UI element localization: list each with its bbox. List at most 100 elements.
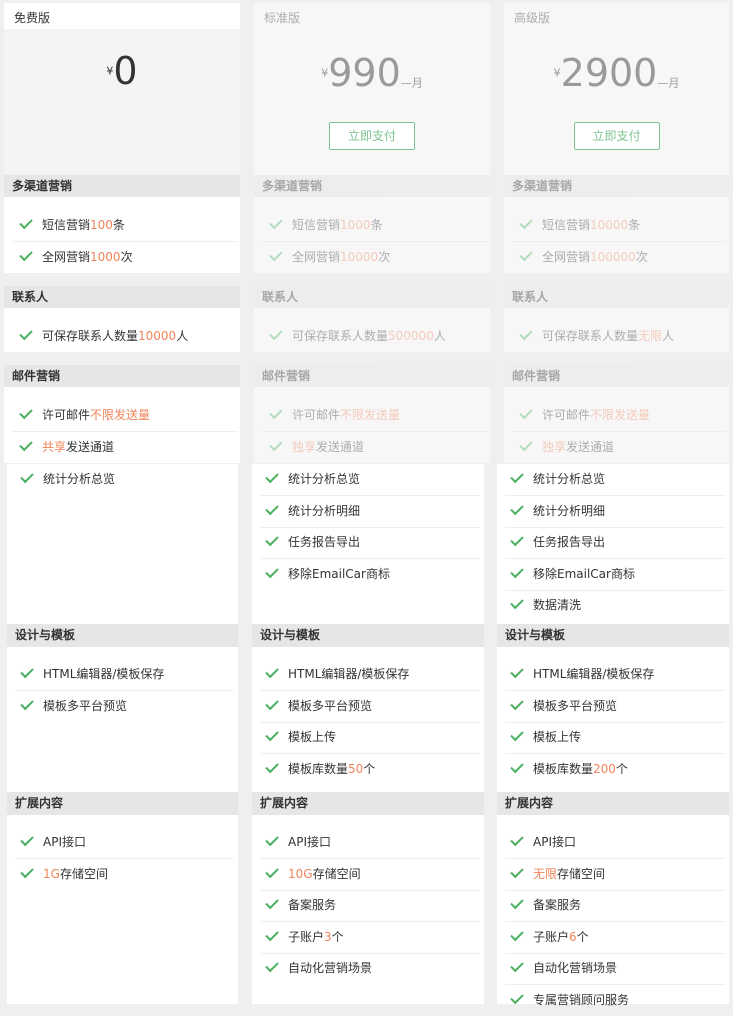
price-amount: 2900 [560, 51, 658, 95]
feature-text: HTML编辑器/模板保存 [533, 667, 655, 681]
feature-suffix: 个 [363, 761, 376, 776]
feature-text: 可保存联系人数量 [292, 329, 389, 343]
feature-text: 模板库数量 [288, 761, 349, 776]
feature-highlight: 1G [43, 866, 60, 881]
check-icon [519, 247, 533, 262]
feature-suffix: 人 [433, 329, 446, 343]
feature-text: 全网营销 [292, 250, 341, 264]
check-icon [269, 247, 283, 262]
feature-text: 短信营销 [292, 218, 341, 232]
feature-text: HTML编辑器/模板保存 [43, 667, 165, 681]
plan-name: 高级版 [514, 11, 551, 25]
check-icon [269, 326, 283, 341]
feature-row: 1G存储空间 [19, 859, 234, 890]
feature-row: 移除EmailCar商标 [509, 559, 725, 590]
feature-highlight: 不限发送量 [90, 408, 151, 422]
check-icon [19, 405, 33, 420]
check-icon [265, 759, 279, 773]
category-header-extension: 扩展内容 [7, 792, 238, 815]
check-icon [20, 696, 34, 710]
feature-suffix: 次 [120, 250, 133, 264]
feature-suffix: 次 [378, 250, 391, 264]
check-icon [265, 469, 279, 484]
feature-text: 备案服务 [533, 898, 582, 912]
category-header-email: 邮件营销 [4, 365, 240, 387]
feature-row: 短信营销1000条 [268, 210, 484, 241]
price-unit: —月 [400, 76, 423, 90]
feature-suffix: 存储空间 [557, 866, 606, 881]
feature-highlight: 500000 [388, 329, 434, 343]
feature-row: HTML编辑器/模板保存 [19, 659, 234, 690]
feature-row: 备案服务 [264, 890, 480, 921]
feature-text: 模板上传 [288, 730, 337, 744]
plan-name: 免费版 [14, 11, 51, 25]
feature-row: HTML编辑器/模板保存 [264, 659, 480, 690]
plan-header-free: 免费版 ¥0 [4, 3, 240, 175]
check-icon [269, 405, 283, 420]
feature-text: 自动化营销场景 [533, 961, 618, 975]
category-header-multichannel: 多渠道营销 [504, 175, 729, 197]
feature-highlight: 独享 [292, 440, 317, 454]
feature-row: 任务报告导出 [509, 527, 725, 558]
feature-row: 全网营销100000次 [518, 242, 723, 273]
check-icon [510, 927, 524, 941]
feature-text: 统计分析总览 [43, 472, 116, 486]
check-icon [510, 564, 524, 578]
category-header-design: 设计与模板 [497, 624, 729, 647]
feature-suffix: 条 [370, 218, 383, 232]
feature-text: 备案服务 [288, 898, 337, 912]
feature-highlight: 1000 [340, 218, 371, 232]
pay-now-button[interactable]: 立即支付 [329, 122, 415, 150]
feature-row: 模板库数量50个 [264, 754, 480, 785]
feature-text: 模板多平台预览 [288, 698, 373, 713]
feature-suffix: 发送通道 [566, 440, 615, 454]
check-icon [519, 405, 533, 420]
check-icon [265, 727, 279, 742]
category-header-design: 设计与模板 [7, 624, 238, 647]
feature-highlight: 不限发送量 [340, 408, 401, 422]
feature-highlight: 1000 [90, 250, 121, 264]
feature-suffix: 人 [176, 329, 189, 343]
check-icon [519, 437, 533, 452]
check-icon [19, 326, 33, 341]
feature-row: 10G存储空间 [264, 859, 480, 890]
feature-text: 统计分析总览 [533, 472, 606, 486]
check-icon [265, 564, 279, 578]
price: ¥990—月 [254, 51, 490, 95]
feature-row: 独享发送通道 [268, 432, 484, 463]
feature-row: 子账户3个 [264, 922, 480, 953]
feature-highlight: 无限 [533, 866, 558, 881]
check-icon [265, 927, 279, 941]
feature-row: 许可邮件不限发送量 [268, 400, 484, 431]
feature-suffix: 存储空间 [59, 866, 108, 881]
check-icon [19, 247, 33, 262]
feature-row: 统计分析明细 [264, 496, 480, 527]
check-icon [519, 215, 533, 230]
check-icon [510, 696, 524, 710]
check-icon [265, 696, 279, 710]
feature-text: 全网营销 [42, 250, 91, 264]
price: ¥2900—月 [504, 51, 729, 95]
category-header-extension: 扩展内容 [497, 792, 729, 815]
feature-row: API接口 [264, 827, 480, 858]
feature-text: 全网营销 [542, 250, 591, 264]
check-icon [265, 501, 279, 515]
feature-row: 统计分析总览 [509, 464, 725, 495]
feature-highlight: 100000 [590, 250, 636, 264]
feature-row: HTML编辑器/模板保存 [509, 659, 725, 690]
feature-row: 模板多平台预览 [509, 691, 725, 722]
check-icon [510, 532, 524, 547]
feature-suffix: 发送通道 [316, 440, 365, 454]
pay-now-button[interactable]: 立即支付 [573, 122, 660, 150]
feature-row: 模板库数量200个 [509, 754, 725, 785]
feature-text: 数据清洗 [533, 598, 582, 612]
check-icon [510, 864, 524, 878]
category-header-multichannel: 多渠道营销 [254, 175, 490, 197]
feature-text: 模板多平台预览 [43, 698, 128, 713]
plan-name: 标准版 [264, 11, 301, 25]
check-icon [265, 832, 279, 847]
check-icon [510, 990, 524, 1004]
feature-row: 统计分析明细 [509, 496, 725, 527]
feature-row: 模板上传 [264, 722, 480, 753]
feature-row: 自动化营销场景 [264, 953, 480, 984]
